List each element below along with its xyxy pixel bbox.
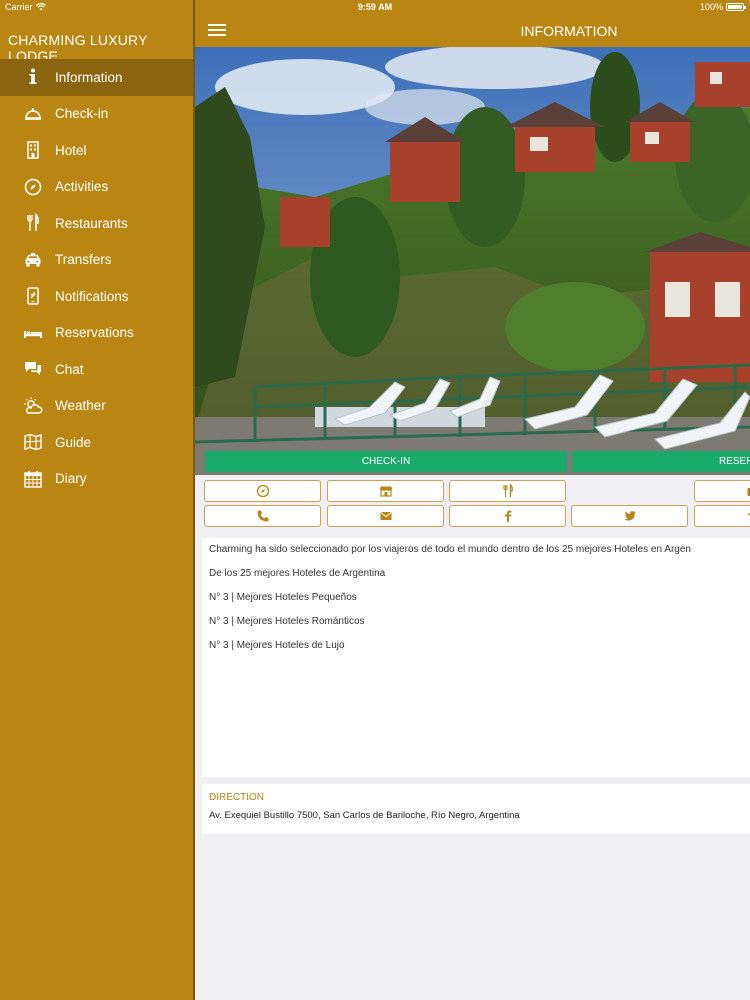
- battery-percent: 100%: [699, 2, 723, 12]
- sidebar-item-notifications[interactable]: Notifications: [0, 278, 193, 315]
- lodge-photo: [195, 47, 750, 475]
- sidebar-item-label: Diary: [55, 471, 87, 487]
- direction-address[interactable]: Av. Exequiel Bustillo 7500, San Carlos d…: [209, 810, 520, 821]
- weather-icon: [22, 395, 44, 417]
- sidebar-nav: Information Check-in Hotel Activities Re…: [0, 59, 193, 497]
- sidebar-item-guide[interactable]: Guide: [0, 424, 193, 461]
- sidebar-item-reservations[interactable]: Reservations: [0, 315, 193, 352]
- phone-notification-icon: [22, 285, 44, 307]
- wifi-icon: [747, 512, 750, 518]
- facebook-button[interactable]: [449, 505, 566, 527]
- description-line: N° 3 | Mejores Hoteles Pequeños: [209, 592, 357, 603]
- luggage-shortcut-button[interactable]: [694, 480, 750, 502]
- battery-fill: [728, 5, 742, 9]
- sidebar-item-label: Information: [55, 69, 123, 85]
- compass-icon: [256, 484, 269, 498]
- calendar-icon: [22, 468, 44, 490]
- sidebar-item-label: Chat: [55, 361, 84, 377]
- description-card: Charming ha sido seleccionado por los vi…: [202, 538, 750, 777]
- hamburger-menu-icon[interactable]: [208, 24, 226, 36]
- wifi-shortcut-button[interactable]: [694, 505, 750, 527]
- sidebar-item-check-in[interactable]: Check-in: [0, 96, 193, 133]
- facebook-icon: [504, 510, 511, 522]
- sidebar-item-information[interactable]: Information: [0, 59, 193, 96]
- sidebar-item-restaurants[interactable]: Restaurants: [0, 205, 193, 242]
- info-icon: [22, 66, 44, 88]
- sidebar-item-hotel[interactable]: Hotel: [0, 132, 193, 169]
- building-icon: [22, 139, 44, 161]
- reserve-button[interactable]: RESER: [572, 451, 750, 472]
- twitter-button[interactable]: [571, 505, 688, 527]
- phone-icon: [257, 510, 268, 522]
- sidebar-item-label: Notifications: [55, 288, 129, 304]
- bell-icon: [22, 103, 44, 125]
- shop-icon: [379, 486, 392, 497]
- taxi-icon: [22, 249, 44, 271]
- check-in-button[interactable]: CHECK-IN: [205, 451, 567, 472]
- sidebar-item-label: Restaurants: [55, 215, 128, 231]
- clock: 9:59 AM: [357, 2, 393, 12]
- compass-icon: [22, 176, 44, 198]
- main-panel: INFORMATION CHECK-IN RESER Charming ha s…: [195, 0, 750, 1000]
- twitter-icon: [623, 511, 636, 521]
- sidebar-item-label: Guide: [55, 434, 92, 450]
- restaurants-shortcut-button[interactable]: [449, 480, 566, 502]
- map-icon: [22, 431, 44, 453]
- page-title: INFORMATION: [520, 23, 618, 39]
- shop-shortcut-button[interactable]: [327, 480, 444, 502]
- sidebar-item-transfers[interactable]: Transfers: [0, 242, 193, 279]
- fork-knife-icon: [22, 212, 44, 234]
- direction-card: DIRECTION Av. Exequiel Bustillo 7500, Sa…: [202, 784, 750, 834]
- chat-icon: [22, 358, 44, 380]
- email-button[interactable]: [327, 505, 444, 527]
- sidebar-item-weather[interactable]: Weather: [0, 388, 193, 425]
- description-line: N° 3 | Mejores Hoteles Románticos: [209, 616, 365, 627]
- phone-button[interactable]: [204, 505, 321, 527]
- panel-divider: [193, 0, 195, 1000]
- direction-label: DIRECTION: [209, 792, 264, 803]
- battery-icon: [726, 3, 746, 11]
- sidebar-item-label: Weather: [55, 398, 106, 414]
- fork-knife-icon: [502, 484, 513, 497]
- sidebar: CHARMING LUXURY LODGE Information Check-…: [0, 0, 193, 1000]
- description-line: De los 25 mejores Hoteles de Argentina: [209, 568, 386, 579]
- sidebar-item-label: Reservations: [55, 325, 134, 341]
- activities-shortcut-button[interactable]: [204, 480, 321, 502]
- bed-icon: [22, 322, 44, 344]
- envelope-icon: [379, 512, 392, 520]
- sidebar-item-diary[interactable]: Diary: [0, 461, 193, 498]
- description-line: N° 3 | Mejores Hoteles de Lujo: [209, 640, 345, 651]
- status-bar: Carrier 9:59 AM 100%: [0, 0, 750, 14]
- sidebar-item-label: Transfers: [55, 252, 112, 268]
- sidebar-item-activities[interactable]: Activities: [0, 169, 193, 206]
- sidebar-item-label: Activities: [55, 179, 109, 195]
- sidebar-item-chat[interactable]: Chat: [0, 351, 193, 388]
- suitcase-icon: [747, 488, 750, 496]
- battery-indicator: 100%: [699, 2, 746, 12]
- hero-image: [195, 47, 750, 475]
- sidebar-item-label: Check-in: [55, 106, 109, 122]
- sidebar-item-label: Hotel: [55, 142, 87, 158]
- description-line: Charming ha sido seleccionado por los vi…: [209, 544, 691, 555]
